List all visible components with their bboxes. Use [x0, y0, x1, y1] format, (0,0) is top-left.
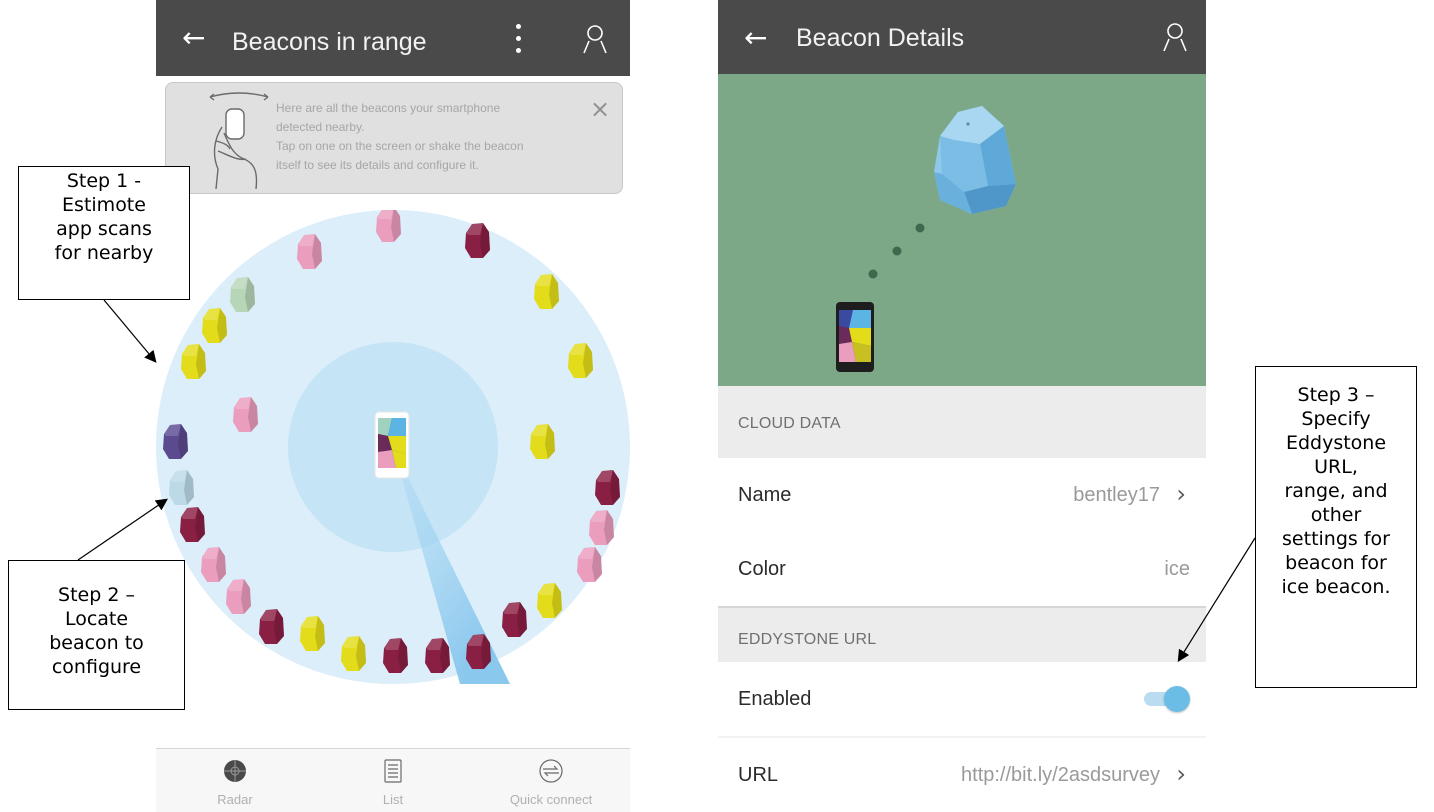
nav-list[interactable]: List: [314, 749, 472, 812]
beacon-hero-illustration: [718, 74, 1206, 386]
phone-icon: [374, 411, 410, 479]
callout-step-3: Step 3 – Specify Eddystone URL, range, a…: [1255, 366, 1417, 688]
toggle-knob: [1164, 686, 1190, 712]
tip-line: Here are all the beacons your smartphone: [276, 101, 501, 115]
chevron-right-icon: ›: [1176, 480, 1186, 508]
back-arrow-icon[interactable]: ←: [182, 20, 205, 56]
callout-line: range, and: [1284, 480, 1388, 502]
callout-line: Estimote: [62, 194, 146, 216]
chevron-right-icon: ›: [1176, 760, 1186, 788]
beacon-radar: [156, 210, 630, 684]
callout-line: Eddystone: [1285, 432, 1387, 454]
nav-label: Radar: [217, 792, 253, 807]
callout-line: Locate: [64, 608, 129, 630]
callout-step-2: Step 2 – Locate beacon to configure: [8, 560, 185, 710]
page-title: Beacon Details: [796, 24, 965, 52]
callout-line: Step 2 –: [58, 584, 135, 606]
app-bar: ← Beacons in range: [156, 0, 630, 76]
beacon-details-screen: ← Beacon Details CLOUD DATA Name bentley…: [718, 0, 1206, 812]
tip-line: Tap on one on the screen or shake the be…: [276, 139, 524, 153]
nav-label: List: [382, 792, 404, 807]
nav-label: Quick connect: [509, 792, 593, 807]
url-row[interactable]: URL http://bit.ly/2asdsurvey ›: [718, 738, 1206, 812]
url-value: http://bit.ly/2asdsurvey: [961, 764, 1160, 786]
color-row: Color ice: [718, 532, 1206, 606]
list-icon: [384, 759, 402, 783]
section-title: EDDYSTONE URL: [738, 631, 877, 648]
callout-line: ice beacon.: [1281, 576, 1391, 598]
callout-line: configure: [51, 656, 142, 678]
enabled-row: Enabled: [718, 662, 1206, 736]
section-header-eddystone-url: EDDYSTONE URL: [718, 608, 1206, 662]
section-title: CLOUD DATA: [738, 415, 841, 432]
callout-line: other: [1310, 504, 1362, 526]
app-bar: ← Beacon Details: [718, 0, 1206, 74]
quick-connect-icon: [539, 759, 563, 783]
arrow-step-2: [77, 498, 168, 561]
callout-line: settings for: [1282, 528, 1390, 550]
tip-line: itself to see its details and configure …: [276, 158, 479, 172]
nav-quick-connect[interactable]: Quick connect: [472, 749, 630, 812]
callout-line: beacon for: [1285, 552, 1387, 574]
phone-icon: [836, 302, 874, 372]
signal-dot: [868, 269, 878, 279]
color-value: ice: [1164, 558, 1190, 580]
callout-step-1: Step 1 - Estimote app scans for nearby: [18, 166, 190, 300]
hand-shaking-phone-icon: [209, 92, 269, 189]
section-header-cloud-data: CLOUD DATA: [718, 386, 1206, 458]
callout-line: Specify: [1301, 408, 1371, 430]
account-icon[interactable]: [1162, 22, 1188, 52]
beacons-in-range-screen: ← Beacons in range Here are all the beac…: [156, 0, 630, 812]
name-label: Name: [738, 484, 792, 506]
name-value: bentley17: [1073, 484, 1160, 506]
radar-icon: [224, 760, 246, 782]
arrow-step-1: [103, 299, 157, 363]
tip-banner: Here are all the beacons your smartphone…: [165, 82, 623, 194]
color-label: Color: [738, 558, 786, 580]
close-icon[interactable]: ×: [590, 97, 610, 121]
callout-line: beacon to: [49, 632, 144, 654]
callout-line: URL,: [1314, 456, 1358, 478]
ice-beacon-icon: [934, 106, 1016, 214]
callout-line: Step 1 -: [66, 170, 142, 192]
callout-line: Step 3 –: [1297, 384, 1375, 406]
page-title: Beacons in range: [232, 28, 427, 56]
url-label: URL: [738, 764, 779, 786]
callout-line: for nearby: [54, 242, 154, 264]
enabled-toggle[interactable]: [1144, 686, 1190, 712]
enabled-label: Enabled: [738, 688, 812, 710]
nav-radar[interactable]: Radar: [156, 749, 314, 812]
name-row[interactable]: Name bentley17 ›: [718, 458, 1206, 532]
callout-line: app scans: [56, 218, 152, 240]
beacon-icon[interactable]: [376, 210, 401, 242]
tip-text: Here are all the beacons your smartphone…: [276, 99, 596, 175]
bottom-navigation: Radar List Quick connect: [156, 748, 630, 812]
signal-dot: [892, 246, 902, 256]
back-arrow-icon[interactable]: ←: [744, 20, 767, 56]
signal-dot: [915, 223, 925, 233]
account-icon[interactable]: [582, 24, 608, 54]
tip-line: detected nearby.: [276, 120, 365, 134]
more-options-icon[interactable]: [506, 22, 530, 56]
